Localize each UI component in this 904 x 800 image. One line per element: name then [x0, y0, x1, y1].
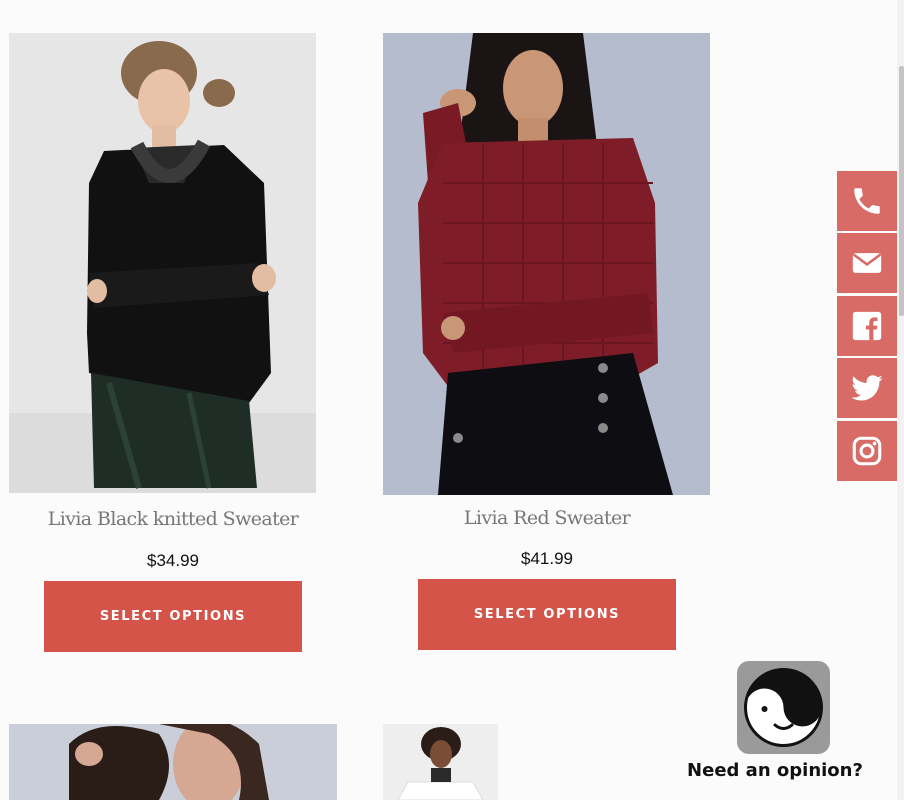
envelope-icon	[852, 253, 882, 273]
product-image-white-sweater[interactable]	[383, 724, 498, 800]
facebook-button[interactable]	[837, 296, 897, 356]
phone-icon	[854, 188, 880, 214]
email-button[interactable]	[837, 233, 897, 293]
scrollbar-thumb[interactable]	[899, 66, 904, 316]
instagram-button[interactable]	[837, 421, 897, 481]
product-image-black-sweater[interactable]	[9, 33, 316, 493]
select-options-button[interactable]: SELECT OPTIONS	[418, 579, 676, 650]
yin-yang-face-icon	[744, 668, 823, 747]
product-title[interactable]: Livia Black knitted Sweater	[9, 508, 337, 530]
opinion-widget-button[interactable]	[737, 661, 830, 754]
facebook-icon	[852, 311, 882, 341]
instagram-icon	[852, 436, 882, 466]
phone-button[interactable]	[837, 171, 897, 231]
product-image-portrait[interactable]	[9, 724, 337, 800]
product-price: $41.99	[521, 549, 573, 568]
product-title[interactable]: Livia Red Sweater	[383, 507, 711, 529]
twitter-button[interactable]	[837, 358, 897, 418]
product-image-red-sweater[interactable]	[383, 33, 710, 495]
product-price: $34.99	[147, 551, 199, 570]
opinion-widget-label[interactable]: Need an opinion?	[680, 760, 870, 781]
select-options-button[interactable]: SELECT OPTIONS	[44, 581, 302, 652]
twitter-icon	[851, 375, 883, 401]
